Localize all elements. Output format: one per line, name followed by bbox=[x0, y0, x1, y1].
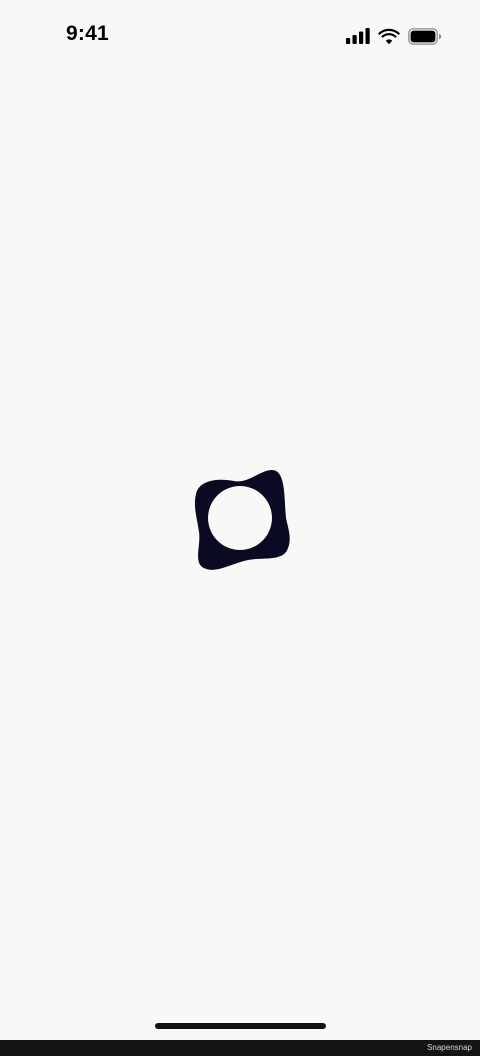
app-screen: 9:41 Snapensnap bbox=[0, 0, 480, 1056]
status-icons bbox=[346, 26, 442, 46]
loading-spinner-icon bbox=[194, 470, 290, 570]
battery-icon bbox=[408, 27, 442, 45]
watermark-bar: Snapensnap bbox=[0, 1040, 480, 1056]
loading-spinner bbox=[188, 468, 292, 572]
status-time: 9:41 bbox=[66, 22, 109, 45]
status-bar: 9:41 bbox=[0, 0, 480, 72]
home-indicator[interactable] bbox=[155, 1023, 326, 1029]
watermark-text: Snapensnap bbox=[427, 1043, 472, 1052]
signal-icon bbox=[346, 28, 370, 44]
wifi-icon bbox=[378, 28, 400, 44]
